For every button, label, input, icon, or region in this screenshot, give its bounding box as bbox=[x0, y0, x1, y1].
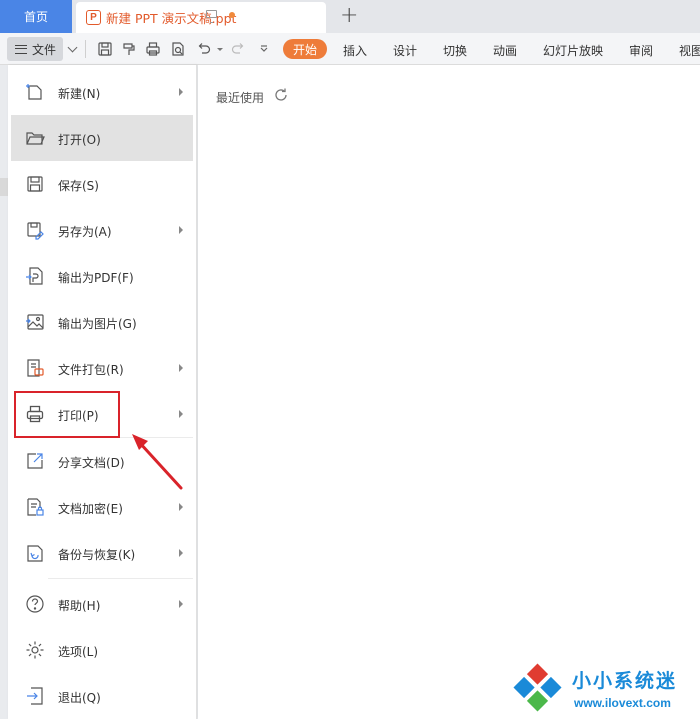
menu-item-help[interactable]: 帮助(H) bbox=[11, 581, 193, 627]
menu-item-label: 分享文档(D) bbox=[58, 456, 125, 470]
tab-design[interactable]: 设计 bbox=[393, 42, 417, 59]
settings-gear-icon bbox=[25, 640, 45, 660]
recent-files-panel: 最近使用 bbox=[198, 65, 700, 719]
watermark: 小小系统迷 www.ilovext.com bbox=[510, 660, 700, 719]
undo-dropdown-icon[interactable] bbox=[212, 41, 223, 57]
help-icon bbox=[25, 594, 45, 614]
tab-view[interactable]: 视图 bbox=[679, 42, 700, 59]
menu-item-save-as[interactable]: 另存为(A) bbox=[11, 207, 193, 253]
tab-insert[interactable]: 插入 bbox=[343, 42, 367, 59]
menu-item-backup-restore[interactable]: 备份与恢复(K) bbox=[11, 530, 193, 576]
submenu-arrow-icon bbox=[179, 226, 183, 234]
refresh-icon[interactable] bbox=[273, 87, 289, 103]
menu-item-label: 另存为(A) bbox=[58, 225, 112, 239]
menu-item-label: 备份与恢复(K) bbox=[58, 548, 136, 562]
menu-item-save[interactable]: 保存(S) bbox=[11, 161, 193, 207]
menu-item-open[interactable]: 打开(O) bbox=[11, 115, 193, 161]
menu-item-label: 文档加密(E) bbox=[58, 502, 123, 516]
menu-item-label: 文件打包(R) bbox=[58, 363, 124, 377]
format-painter-icon[interactable] bbox=[121, 41, 137, 57]
save-as-icon bbox=[25, 220, 45, 240]
submenu-arrow-icon bbox=[179, 364, 183, 372]
submenu-arrow-icon bbox=[179, 600, 183, 608]
chevron-down-icon[interactable] bbox=[67, 42, 78, 53]
submenu-arrow-icon bbox=[179, 88, 183, 96]
watermark-url: www.ilovext.com bbox=[574, 696, 671, 710]
file-menu-button[interactable]: 文件 bbox=[7, 37, 63, 61]
undo-icon[interactable] bbox=[196, 41, 212, 57]
menu-item-options[interactable]: 选项(L) bbox=[11, 627, 193, 673]
tab-start[interactable]: 开始 bbox=[283, 39, 327, 59]
menu-item-label: 打开(O) bbox=[58, 133, 101, 147]
tab-slideshow[interactable]: 幻灯片放映 bbox=[543, 42, 603, 59]
menu-item-label: 退出(Q) bbox=[58, 691, 101, 705]
menu-item-label: 输出为图片(G) bbox=[58, 317, 137, 331]
customize-toolbar-icon[interactable] bbox=[256, 41, 270, 57]
save-icon[interactable] bbox=[97, 41, 113, 57]
save-icon bbox=[25, 174, 45, 194]
menu-item-new[interactable]: 新建(N) bbox=[11, 69, 193, 115]
recent-files-label: 最近使用 bbox=[216, 91, 265, 105]
toolbar-divider bbox=[85, 40, 86, 58]
menu-item-export-image[interactable]: 输出为图片(G) bbox=[11, 299, 193, 345]
left-edge-highlight bbox=[0, 178, 8, 196]
tab-home[interactable]: 首页 bbox=[0, 0, 72, 33]
export-pdf-icon bbox=[25, 266, 45, 286]
tab-document[interactable]: P 新建 PPT 演示文稿.ppt bbox=[76, 2, 326, 33]
menu-item-label: 帮助(H) bbox=[58, 599, 101, 613]
menu-item-export-pdf[interactable]: 输出为PDF(F) bbox=[11, 253, 193, 299]
annotation-arrow-icon bbox=[132, 434, 183, 490]
menu-item-label: 输出为PDF(F) bbox=[58, 271, 134, 285]
share-icon bbox=[25, 451, 45, 471]
backup-restore-icon bbox=[25, 543, 45, 563]
add-tab-button[interactable]: + bbox=[340, 4, 358, 28]
folder-open-icon bbox=[25, 128, 45, 148]
menu-item-exit[interactable]: 退出(Q) bbox=[11, 673, 193, 719]
new-document-icon bbox=[25, 82, 45, 102]
monitor-icon[interactable] bbox=[206, 10, 217, 23]
unsaved-dot-icon bbox=[229, 12, 235, 18]
exit-icon bbox=[25, 686, 45, 706]
redo-icon bbox=[230, 41, 246, 57]
tab-transition[interactable]: 切换 bbox=[443, 42, 467, 59]
toolbar: 文件 开始 插入 设计 切换 动画 幻灯片放映 审阅 视图 bbox=[0, 33, 700, 65]
package-icon bbox=[25, 358, 45, 378]
highlight-box bbox=[14, 391, 120, 438]
print-preview-icon[interactable] bbox=[170, 41, 186, 57]
submenu-arrow-icon bbox=[179, 503, 183, 511]
tab-review[interactable]: 审阅 bbox=[629, 42, 653, 59]
tab-bar: 首页 P 新建 PPT 演示文稿.ppt + bbox=[0, 0, 700, 33]
menu-item-package[interactable]: 文件打包(R) bbox=[11, 345, 193, 391]
menu-item-label: 选项(L) bbox=[58, 645, 99, 659]
tab-animation[interactable]: 动画 bbox=[493, 42, 517, 59]
file-menu-label: 文件 bbox=[32, 42, 57, 57]
menu-divider bbox=[48, 578, 193, 579]
export-image-icon bbox=[25, 312, 45, 332]
ppt-file-icon: P bbox=[86, 10, 101, 25]
watermark-title: 小小系统迷 bbox=[572, 670, 678, 692]
menu-item-label: 新建(N) bbox=[58, 87, 101, 101]
print-icon[interactable] bbox=[145, 41, 161, 57]
encrypt-document-icon bbox=[25, 497, 45, 517]
left-edge-strip bbox=[0, 65, 8, 719]
submenu-arrow-icon bbox=[179, 549, 183, 557]
watermark-logo-icon bbox=[513, 663, 562, 712]
hamburger-menu-icon bbox=[15, 44, 27, 54]
menu-item-label: 保存(S) bbox=[58, 179, 99, 193]
